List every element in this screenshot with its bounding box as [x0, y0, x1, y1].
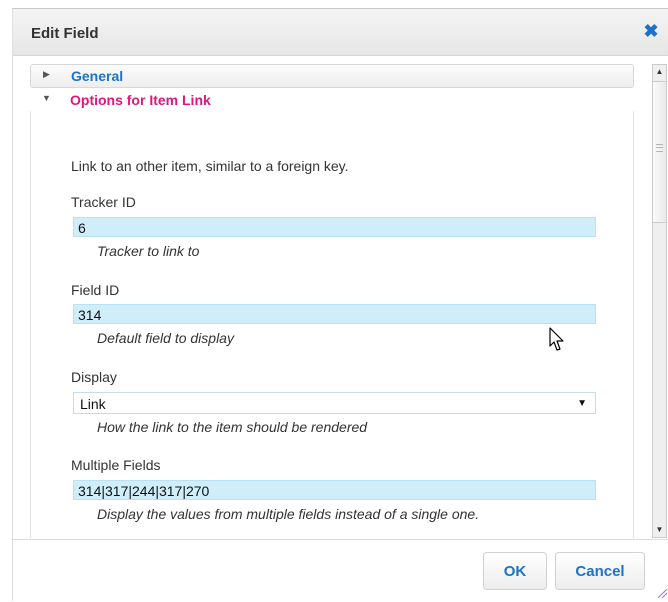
accordion-label-options: Options for Item Link [70, 92, 211, 108]
field-id-input[interactable]: 314 [73, 304, 596, 324]
dialog-title: Edit Field [31, 25, 99, 42]
multiple-fields-help: Display the values from multiple fields … [97, 506, 480, 522]
display-select[interactable]: Link ▼ [73, 392, 596, 414]
display-select-value: Link [80, 396, 106, 412]
scroll-up-arrow-icon[interactable]: ▲ [653, 65, 666, 79]
scrollbar-thumb[interactable] [653, 81, 666, 223]
edit-field-dialog: Edit Field ✖ ▶ General ▼ Options for Ite… [12, 8, 668, 601]
dialog-content: ▶ General ▼ Options for Item Link Link t… [13, 56, 668, 538]
mouse-pointer-icon [549, 327, 564, 351]
triangle-down-icon: ▼ [42, 93, 51, 103]
multiple-fields-input[interactable]: 314|317|244|317|270 [73, 480, 596, 500]
field-id-help: Default field to display [97, 330, 234, 346]
options-intro: Link to an other item, similar to a fore… [71, 158, 349, 174]
accordion-header-options[interactable]: ▼ Options for Item Link [30, 89, 632, 111]
dialog-button-pane: OK Cancel [13, 539, 668, 602]
field-id-label: Field ID [71, 282, 120, 298]
options-panel: Link to an other item, similar to a fore… [30, 111, 634, 538]
vertical-scrollbar[interactable]: ▲ ▼ [652, 64, 667, 538]
scroll-down-arrow-icon[interactable]: ▼ [653, 523, 666, 537]
cancel-button[interactable]: Cancel [555, 552, 645, 590]
grip-icon [656, 144, 663, 152]
tracker-id-input[interactable]: 6 [73, 217, 596, 237]
close-icon[interactable]: ✖ [643, 22, 659, 40]
tracker-id-help: Tracker to link to [97, 243, 200, 259]
triangle-right-icon: ▶ [43, 69, 50, 79]
display-label: Display [71, 369, 117, 385]
dropdown-arrow-icon: ▼ [577, 398, 587, 409]
multiple-fields-label: Multiple Fields [71, 457, 161, 473]
ok-button[interactable]: OK [483, 552, 547, 590]
accordion-header-general[interactable]: ▶ General [30, 64, 634, 88]
accordion-label-general: General [71, 68, 124, 84]
tracker-id-label: Tracker ID [71, 194, 136, 210]
resize-handle-icon[interactable] [657, 588, 667, 598]
display-help: How the link to the item should be rende… [97, 419, 368, 435]
dialog-titlebar[interactable]: Edit Field ✖ [13, 9, 668, 56]
